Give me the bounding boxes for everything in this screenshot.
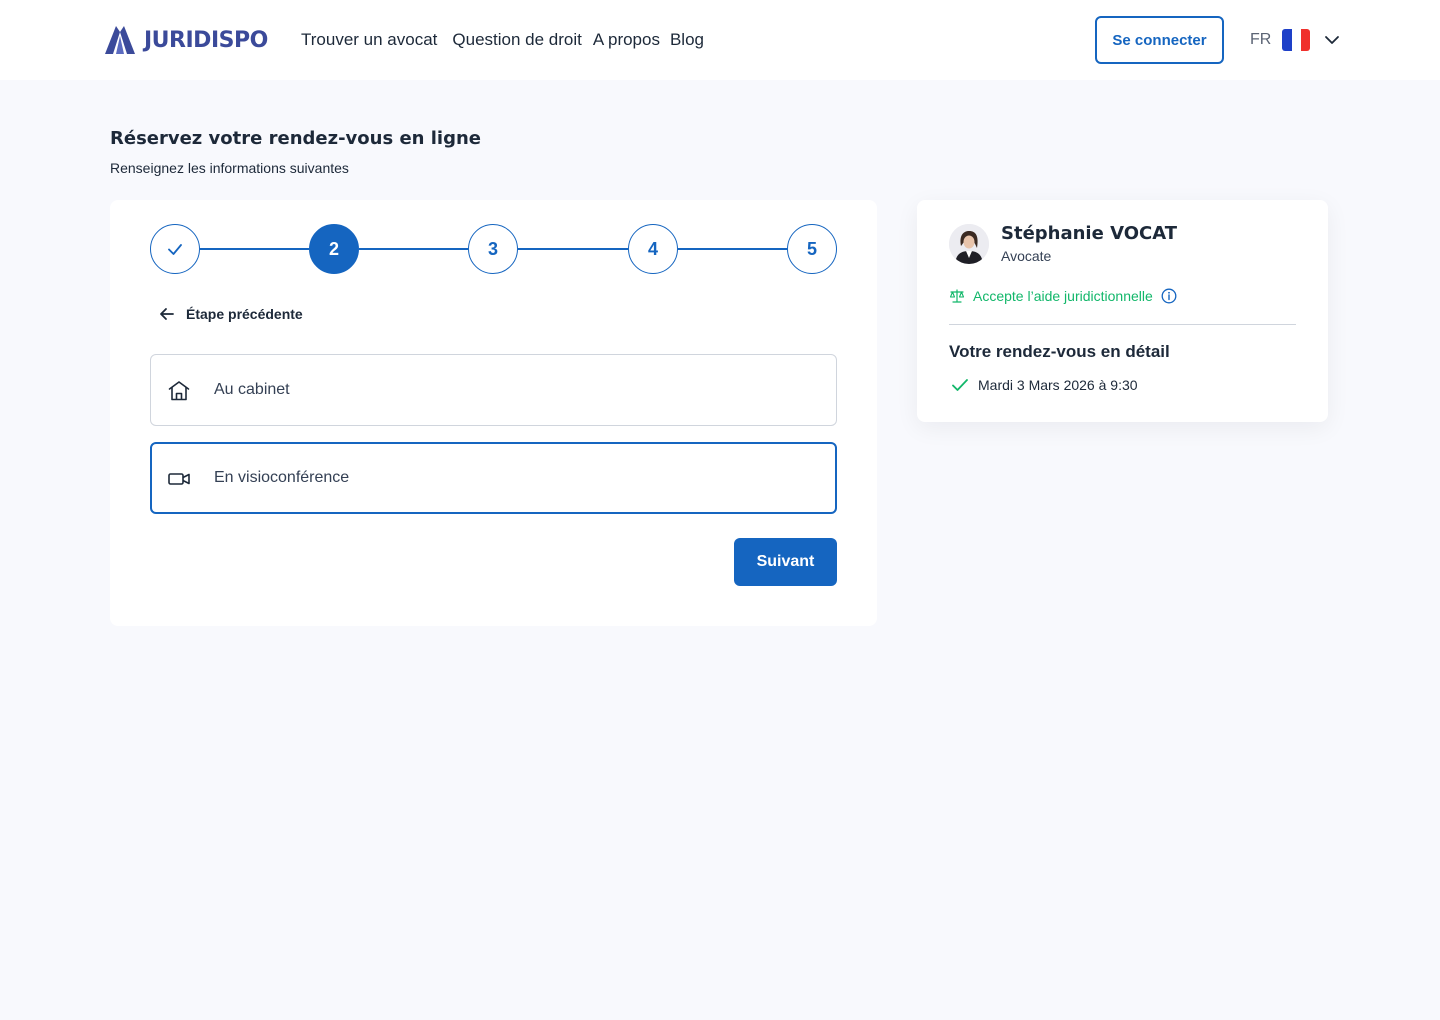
chevron-down-icon bbox=[1325, 36, 1340, 44]
step-2: 2 bbox=[309, 224, 359, 274]
step-connector bbox=[518, 248, 628, 250]
check-icon bbox=[952, 379, 968, 391]
page-subtitle: Renseignez les informations suivantes bbox=[110, 160, 349, 176]
scales-icon bbox=[949, 289, 965, 303]
france-flag-icon bbox=[1282, 29, 1311, 51]
lawyer-role: Avocate bbox=[1001, 248, 1052, 264]
step-connector bbox=[678, 248, 787, 250]
booking-form-card: 2 3 4 5 Étape précédente Au cabinet En v… bbox=[110, 200, 877, 626]
check-icon bbox=[168, 244, 182, 255]
step-connector bbox=[200, 248, 309, 250]
appointment-detail-title: Votre rendez-vous en détail bbox=[949, 342, 1170, 361]
previous-step-link[interactable]: Étape précédente bbox=[158, 304, 303, 324]
language-code: FR bbox=[1250, 31, 1272, 48]
appointment-date: Mardi 3 Mars 2026 à 9:30 bbox=[978, 377, 1138, 393]
login-button[interactable]: Se connecter bbox=[1095, 16, 1224, 64]
logo-text: JURIDISPO bbox=[144, 27, 268, 53]
logo[interactable]: JURIDISPO bbox=[104, 24, 268, 56]
step-5: 5 bbox=[787, 224, 837, 274]
legal-aid-badge: Accepte l’aide juridictionnelle bbox=[949, 287, 1177, 305]
language-selector[interactable]: FR bbox=[1250, 28, 1340, 52]
step-connector bbox=[359, 248, 468, 250]
video-camera-icon bbox=[168, 473, 190, 485]
nav-link-about[interactable]: A propos bbox=[593, 30, 660, 50]
lawyer-portrait-icon bbox=[949, 224, 989, 264]
option-video-conference[interactable]: En visioconférence bbox=[150, 442, 837, 514]
main-nav: Trouver un avocat Question de droit A pr… bbox=[301, 30, 704, 50]
nav-link-find-lawyer[interactable]: Trouver un avocat bbox=[301, 30, 437, 50]
lawyer-summary-card: Stéphanie VOCAT Avocate Accepte l’aide j… bbox=[917, 200, 1328, 422]
nav-link-blog[interactable]: Blog bbox=[670, 30, 704, 50]
top-header: JURIDISPO Trouver un avocat Question de … bbox=[0, 0, 1440, 80]
legal-aid-label: Accepte l’aide juridictionnelle bbox=[973, 288, 1153, 304]
house-icon bbox=[168, 381, 190, 401]
appointment-date-item: Mardi 3 Mars 2026 à 9:30 bbox=[951, 376, 1138, 394]
step-1-completed[interactable] bbox=[150, 224, 200, 274]
progress-stepper: 2 3 4 5 bbox=[150, 224, 837, 274]
page-title: Réservez votre rendez-vous en ligne bbox=[110, 128, 481, 149]
previous-step-label: Étape précédente bbox=[186, 306, 303, 322]
lawyer-name: Stéphanie VOCAT bbox=[1001, 223, 1178, 244]
option-in-office-label: Au cabinet bbox=[214, 381, 290, 398]
info-icon[interactable] bbox=[1161, 288, 1177, 304]
next-button[interactable]: Suivant bbox=[734, 538, 837, 586]
divider bbox=[949, 324, 1296, 325]
step-4: 4 bbox=[628, 224, 678, 274]
avatar bbox=[949, 224, 989, 264]
logo-mark-icon bbox=[105, 26, 135, 54]
arrow-left-icon bbox=[160, 308, 174, 320]
nav-link-legal-question[interactable]: Question de droit bbox=[452, 30, 581, 50]
option-video-conference-label: En visioconférence bbox=[214, 469, 350, 486]
step-3: 3 bbox=[468, 224, 518, 274]
option-in-office[interactable]: Au cabinet bbox=[150, 354, 837, 426]
